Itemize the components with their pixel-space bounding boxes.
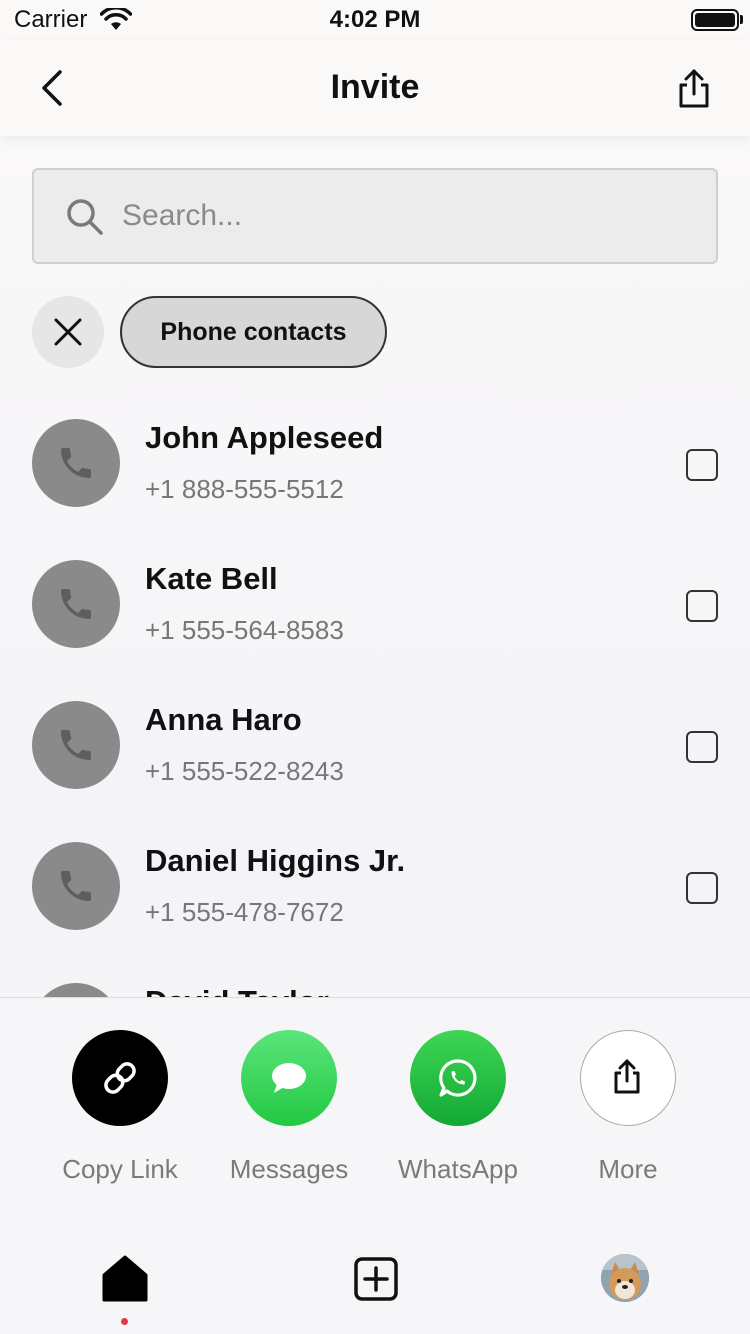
dog-avatar-image — [601, 1254, 649, 1302]
search-icon — [67, 199, 103, 235]
more-circle — [580, 1030, 676, 1126]
phone-icon — [61, 589, 91, 619]
contact-name: Daniel Higgins Jr. — [145, 843, 406, 878]
battery-icon — [691, 9, 739, 31]
contact-checkbox[interactable] — [686, 590, 718, 622]
contact-avatar — [32, 701, 120, 789]
messages-circle — [241, 1030, 337, 1126]
whatsapp-icon — [439, 1059, 477, 1097]
contact-avatar — [32, 842, 120, 930]
battery-tip — [740, 15, 743, 24]
contact-phone: +1 555-478-7672 — [145, 897, 344, 927]
contact-checkbox[interactable] — [686, 449, 718, 481]
home-icon[interactable] — [100, 1254, 150, 1304]
copy-link-circle — [72, 1030, 168, 1126]
messages-button[interactable]: Messages — [209, 1030, 369, 1190]
share-icon — [679, 69, 709, 108]
share-label: WhatsApp — [398, 1154, 518, 1184]
contact-row[interactable]: David Taylor — [0, 944, 750, 997]
contact-name: David Taylor — [145, 984, 329, 997]
chevron-left-icon — [42, 70, 62, 106]
phone-contacts-chip[interactable]: Phone contacts — [120, 296, 387, 368]
contact-phone: +1 555-522-8243 — [145, 756, 344, 786]
whatsapp-circle — [410, 1030, 506, 1126]
contact-name: John Appleseed — [145, 420, 384, 455]
contact-row[interactable]: Anna Haro +1 555-522-8243 — [0, 662, 750, 803]
contact-avatar — [32, 983, 120, 997]
contact-row[interactable]: Kate Bell +1 555-564-8583 — [0, 521, 750, 662]
contact-avatar — [32, 560, 120, 648]
profile-avatar[interactable] — [601, 1254, 649, 1302]
message-bubble-icon — [272, 1063, 306, 1093]
share-button[interactable] — [674, 68, 714, 110]
navigation-bar: Invite — [0, 40, 750, 136]
contact-list: John Appleseed +1 888-555-5512 Kate Bell… — [0, 380, 750, 997]
contact-phone: +1 888-555-5512 — [145, 474, 344, 504]
close-icon — [54, 318, 82, 346]
share-icon — [614, 1059, 640, 1094]
phone-icon — [61, 871, 91, 901]
contact-row[interactable]: John Appleseed +1 888-555-5512 — [0, 380, 750, 521]
share-label: Messages — [229, 1154, 349, 1184]
active-tab-indicator — [121, 1318, 128, 1325]
share-label: More — [598, 1154, 658, 1184]
add-square-icon[interactable] — [351, 1254, 401, 1304]
back-button[interactable] — [34, 68, 74, 108]
share-label: Copy Link — [62, 1154, 178, 1184]
search-input[interactable] — [122, 190, 682, 242]
contact-row[interactable]: Daniel Higgins Jr. +1 555-478-7672 — [0, 803, 750, 944]
clear-filter-button[interactable] — [32, 296, 104, 368]
contact-name: Kate Bell — [145, 561, 278, 596]
phone-icon — [61, 448, 91, 478]
whatsapp-button[interactable]: WhatsApp — [378, 1030, 538, 1190]
phone-icon — [61, 730, 91, 760]
contact-checkbox[interactable] — [686, 872, 718, 904]
copy-link-button[interactable]: Copy Link — [40, 1030, 200, 1190]
contact-avatar — [32, 419, 120, 507]
page-title: Invite — [330, 68, 420, 106]
contact-checkbox[interactable] — [686, 731, 718, 763]
clock: 4:02 PM — [329, 6, 421, 33]
contact-name: Anna Haro — [145, 702, 302, 737]
link-icon — [104, 1062, 136, 1094]
more-button[interactable]: More — [548, 1030, 708, 1190]
status-bar: Carrier 4:02 PM — [0, 0, 750, 40]
search-box[interactable] — [32, 168, 718, 264]
contact-phone: +1 555-564-8583 — [145, 615, 344, 645]
